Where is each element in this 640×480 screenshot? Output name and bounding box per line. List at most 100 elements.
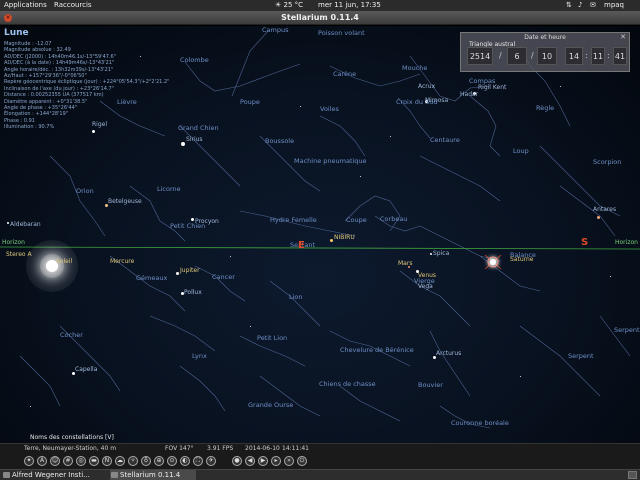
equatorial-grid-icon[interactable]: #	[63, 456, 73, 466]
cardinal-south: S	[581, 237, 589, 248]
label-hydre-femelle: Hydre Femelle	[270, 216, 317, 224]
label-venus: Venus	[418, 272, 437, 279]
procyon-star[interactable]	[191, 218, 194, 221]
applications-menu[interactable]: Applications	[4, 0, 47, 11]
night-mode-icon[interactable]: ◐	[180, 456, 190, 466]
user-menu[interactable]: mpaq	[604, 0, 624, 11]
play-icon[interactable]: ▶	[258, 456, 268, 466]
quit-icon[interactable]: ⏻	[297, 456, 307, 466]
label-loup: Loup	[513, 147, 529, 155]
datetime-dialog[interactable]: Date et heure ✕ Triangle austral 2514 / …	[460, 32, 630, 72]
label-antares: Antares	[593, 206, 617, 213]
label-nibiru: NIBIRU	[334, 234, 355, 241]
label-mimosa: Mimosa	[425, 97, 449, 104]
mount-icon[interactable]: ⊕	[154, 456, 164, 466]
nebulae-icon[interactable]: ✧	[128, 456, 138, 466]
object-info-panel: Lune Magnitude : -12.07 Magnitude absolu…	[4, 28, 204, 131]
sirius-star[interactable]	[181, 142, 185, 146]
ground-icon[interactable]: ▬	[89, 456, 99, 466]
antares-star[interactable]	[597, 216, 600, 219]
date-separator: /	[499, 51, 502, 60]
label-voiles: Voiles	[320, 105, 339, 113]
label-hadar: Hadar	[460, 91, 479, 98]
label-jupiter: Jupiter	[180, 267, 200, 274]
task-label: Stellarium 0.11.4	[120, 471, 181, 479]
constellation-names-tooltip: Noms des constellations [V]	[30, 434, 114, 441]
shortcuts-menu[interactable]: Raccourcis	[54, 0, 92, 11]
window-title: Stellarium 0.11.4	[281, 13, 359, 22]
label-serpent: Serpent	[568, 352, 594, 360]
label-gemeaux: Gémeaux	[136, 274, 168, 282]
azimuthal-grid-icon[interactable]: ◎	[76, 456, 86, 466]
label-licorne: Licorne	[157, 185, 181, 193]
label-regle: Règle	[536, 104, 555, 112]
workspace-switcher[interactable]	[628, 471, 637, 479]
task-stellarium[interactable]: Stellarium 0.11.4	[110, 470, 196, 480]
day-field[interactable]: 10	[537, 47, 557, 65]
hour-field[interactable]: 14	[565, 47, 583, 65]
label-betelgeuse: Betelgeuse	[108, 198, 142, 205]
date-status: 2014-06-10	[245, 445, 280, 452]
label-mouche: Mouche	[402, 64, 428, 72]
label-centaure: Centaure	[430, 136, 460, 144]
month-field[interactable]: 6	[507, 47, 527, 65]
location-status: Terre, Neumayer-Station, 40 m	[24, 445, 117, 452]
label-sirius: Sirius	[186, 136, 203, 143]
minute-field[interactable]: 11	[591, 47, 605, 65]
window-title-bar[interactable]: × Stellarium 0.11.4	[0, 11, 640, 25]
planet-labels-icon[interactable]: ♁	[141, 456, 151, 466]
chat-icon[interactable]: ✉	[590, 0, 596, 11]
label-mercure: Mercure	[110, 258, 135, 265]
time-separator: :	[585, 51, 588, 60]
label-bouvier: Bouvier	[418, 381, 443, 389]
jupiter-planet[interactable]	[176, 272, 179, 275]
top-panel: Applications Raccourcis ☀ 25 °C mer 11 j…	[0, 0, 640, 11]
rewind-icon[interactable]: ◀	[245, 456, 255, 466]
date-separator: /	[531, 51, 534, 60]
ocular-icon[interactable]: ●	[232, 456, 242, 466]
spica-star[interactable]	[430, 253, 432, 255]
label-procyon: Procyon	[195, 218, 219, 225]
fullscreen-icon[interactable]: ⛶	[193, 456, 203, 466]
label-carene: Carène	[333, 70, 357, 78]
datetime-close-icon[interactable]: ✕	[620, 33, 626, 42]
label-stereo-a: Stereo A	[6, 251, 32, 258]
cardinal-points-icon[interactable]: N	[102, 456, 112, 466]
second-field[interactable]: 41	[613, 47, 627, 65]
label-mars: Mars	[398, 260, 413, 267]
moon-glyph[interactable]	[490, 259, 496, 265]
year-field[interactable]: 2514	[467, 47, 493, 65]
volume-icon[interactable]: ♪	[578, 0, 582, 11]
network-icon[interactable]: ⇅	[566, 0, 572, 11]
weather-temp: 25 °C	[283, 1, 304, 9]
nibiru-object[interactable]	[330, 239, 333, 242]
label-serpent-2: Serpent	[614, 326, 640, 334]
aldebaran-star[interactable]	[7, 222, 9, 224]
horizon-label-right: Horizon	[615, 239, 638, 246]
field-star	[610, 276, 611, 277]
label-machine-pneumatique: Machine pneumatique	[294, 157, 367, 165]
center-object-icon[interactable]: ⊙	[167, 456, 177, 466]
atmosphere-icon[interactable]: ☁	[115, 456, 125, 466]
constellation-art-icon[interactable]: ☺	[50, 456, 60, 466]
now-icon[interactable]: ▸	[271, 456, 281, 466]
fov-status: FOV 147°	[165, 445, 194, 452]
clock[interactable]: mer 11 jun, 17:35	[318, 0, 381, 11]
label-vega: Vega	[418, 283, 433, 290]
label-aldebaran: Aldebaran	[10, 221, 41, 228]
sky-view[interactable]: Campus Poisson volant Colombe Carène Mou…	[0, 26, 640, 443]
label-couronne-boreale: Couronne boréale	[451, 419, 509, 427]
satellites-icon[interactable]: ✈	[206, 456, 216, 466]
time-separator: :	[607, 51, 610, 60]
constellation-lines-icon[interactable]: ✦	[24, 456, 34, 466]
weather-indicator[interactable]: ☀ 25 °C	[275, 0, 303, 11]
label-grande-ourse: Grande Ourse	[248, 401, 294, 409]
label-chevelure: Chevelure de Bérénice	[340, 346, 414, 354]
stellarium-bottom-bar: Terre, Neumayer-Station, 40 m FOV 147° 3…	[0, 443, 640, 469]
task-alfred-wegener[interactable]: Alfred Wegener Insti...	[2, 470, 108, 480]
label-pollux: Pollux	[184, 289, 202, 296]
constellation-names-icon[interactable]: A	[37, 456, 47, 466]
label-scorpion: Scorpion	[593, 158, 622, 166]
label-boussole: Boussole	[265, 137, 295, 145]
fast-forward-icon[interactable]: »	[284, 456, 294, 466]
